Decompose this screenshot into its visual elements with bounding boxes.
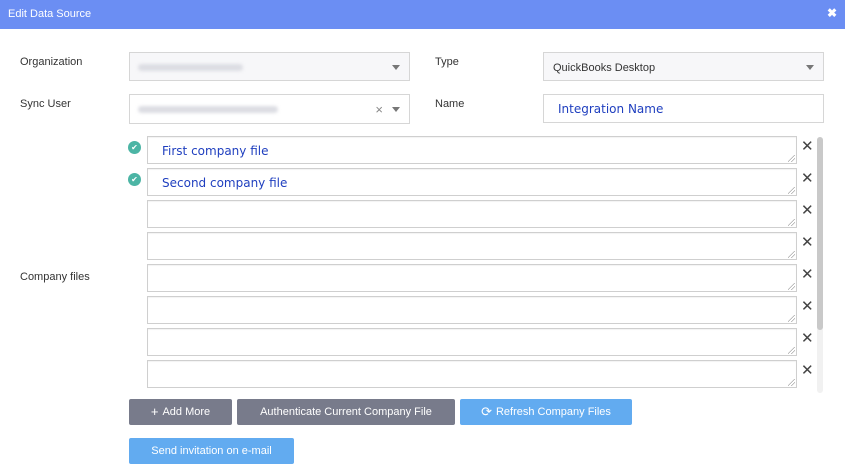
remove-file-icon[interactable]: ✕ <box>801 235 814 251</box>
authenticate-button[interactable]: Authenticate Current Company File <box>237 399 455 425</box>
company-file-row: ✕ <box>128 197 818 228</box>
chevron-down-icon[interactable] <box>392 65 400 70</box>
company-file-row: ✔ Second company file ✕ <box>128 165 818 196</box>
company-file-input[interactable] <box>147 264 797 292</box>
company-file-input[interactable] <box>147 328 797 356</box>
dialog-title: Edit Data Source <box>8 8 92 20</box>
authenticate-label: Authenticate Current Company File <box>260 406 432 418</box>
type-label: Type <box>435 56 459 68</box>
remove-file-icon[interactable]: ✕ <box>801 267 814 283</box>
company-file-input[interactable] <box>147 296 797 324</box>
type-value: QuickBooks Desktop <box>553 62 656 74</box>
company-files-list: ✔ First company file ✕ ✔ Second company … <box>128 132 828 394</box>
organization-select[interactable] <box>129 52 410 81</box>
dialog-titlebar: Edit Data Source ✖ <box>0 0 845 29</box>
check-circle-icon: ✔ <box>128 141 141 154</box>
remove-file-icon[interactable]: ✕ <box>801 139 814 155</box>
chevron-down-icon[interactable] <box>806 65 814 70</box>
remove-file-icon[interactable]: ✕ <box>801 299 814 315</box>
company-file-input[interactable]: Second company file <box>147 168 797 196</box>
check-circle-icon: ✔ <box>128 173 141 186</box>
send-invitation-button[interactable]: Send invitation on e-mail <box>129 438 294 464</box>
refresh-label: Refresh Company Files <box>495 406 611 418</box>
name-label: Name <box>435 98 465 110</box>
company-file-row: ✕ <box>128 293 818 324</box>
type-select[interactable]: QuickBooks Desktop <box>543 52 824 81</box>
resize-handle-icon[interactable] <box>788 283 795 290</box>
company-file-row: ✔ First company file ✕ <box>128 133 818 164</box>
company-file-input[interactable]: First company file <box>147 136 797 164</box>
sync-user-value-redacted <box>138 106 278 113</box>
remove-file-icon[interactable]: ✕ <box>801 203 814 219</box>
resize-handle-icon[interactable] <box>788 315 795 322</box>
resize-handle-icon[interactable] <box>788 379 795 386</box>
company-file-input[interactable] <box>147 232 797 260</box>
company-files-label: Company files <box>20 271 90 283</box>
company-file-value: First company file <box>162 144 269 158</box>
resize-handle-icon[interactable] <box>788 347 795 354</box>
scrollbar-thumb[interactable] <box>817 137 823 330</box>
sync-user-label: Sync User <box>20 98 71 110</box>
company-file-row: ✕ <box>128 325 818 356</box>
send-invitation-label: Send invitation on e-mail <box>151 445 272 457</box>
close-icon[interactable]: ✖ <box>827 6 837 20</box>
resize-handle-icon[interactable] <box>788 187 795 194</box>
company-file-row: ✕ <box>128 261 818 292</box>
organization-label: Organization <box>20 56 83 68</box>
company-file-row: ✕ <box>128 357 818 388</box>
add-more-label: Add More <box>162 406 211 418</box>
remove-file-icon[interactable]: ✕ <box>801 171 814 187</box>
clear-icon[interactable]: × <box>375 102 383 117</box>
company-file-row: ✕ <box>128 229 818 260</box>
company-file-input[interactable] <box>147 360 797 388</box>
remove-file-icon[interactable]: ✕ <box>801 363 814 379</box>
organization-value-redacted <box>138 64 243 71</box>
company-file-input[interactable] <box>147 200 797 228</box>
add-more-button[interactable]: + Add More <box>129 399 232 425</box>
resize-handle-icon[interactable] <box>788 219 795 226</box>
resize-handle-icon[interactable] <box>788 251 795 258</box>
remove-file-icon[interactable]: ✕ <box>801 331 814 347</box>
plus-icon: + <box>150 404 159 419</box>
refresh-company-files-button[interactable]: ⟳ Refresh Company Files <box>460 399 632 425</box>
resize-handle-icon[interactable] <box>788 155 795 162</box>
chevron-down-icon[interactable] <box>392 107 400 112</box>
sync-user-select[interactable]: × <box>129 94 410 124</box>
name-input[interactable]: Integration Name <box>543 94 824 123</box>
refresh-icon: ⟳ <box>481 404 492 419</box>
company-file-value: Second company file <box>162 176 288 190</box>
